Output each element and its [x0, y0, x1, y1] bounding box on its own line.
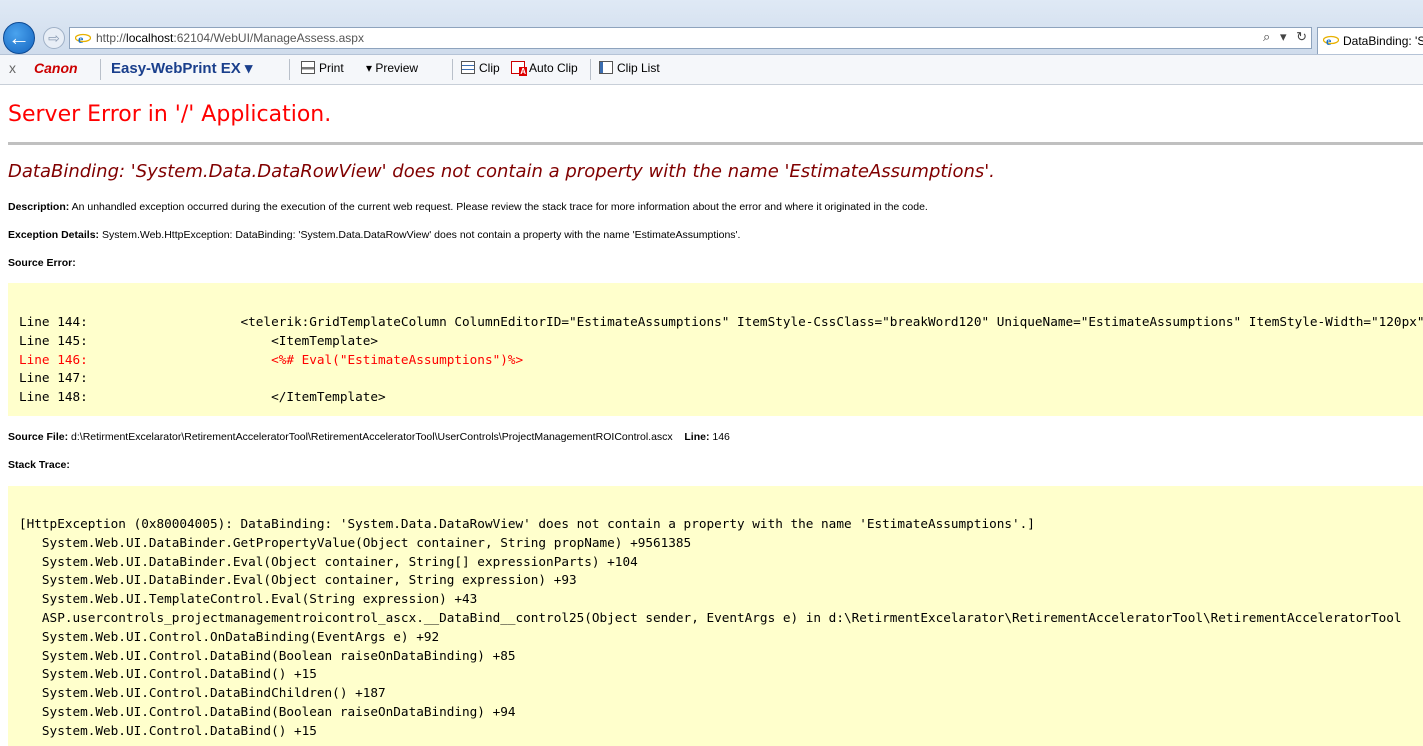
toolbar-divider: [289, 59, 290, 80]
auto-clip-button[interactable]: Auto Clip: [511, 61, 578, 76]
code-line: Line 144: <telerik:GridTemplateColumn Co…: [19, 314, 1423, 329]
browser-tab[interactable]: e DataBinding: 'S: [1317, 27, 1423, 54]
code-line: System.Web.UI.DataBinder.Eval(Object con…: [19, 572, 577, 588]
toolbar-divider: [590, 59, 591, 80]
ie-page-icon: e: [75, 32, 91, 45]
url-text: http://localhost:62104/WebUI/ManageAsses…: [96, 31, 364, 45]
forward-button[interactable]: ⇨: [43, 27, 65, 49]
toolbar-divider: [452, 59, 453, 80]
printer-icon: [301, 61, 315, 74]
toolbar-divider: [100, 59, 101, 80]
code-line: System.Web.UI.TemplateControl.Eval(Strin…: [19, 591, 478, 607]
code-line: ASP.usercontrols_projectmanagementroicon…: [19, 609, 1402, 625]
page-title: Server Error in '/' Application.: [8, 102, 332, 127]
print-button[interactable]: Print: [301, 61, 344, 75]
error-message: DataBinding: 'System.Data.DataRowView' d…: [8, 161, 995, 182]
refresh-icon[interactable]: ↻: [1296, 29, 1307, 44]
clip-list-button[interactable]: Clip List: [599, 61, 660, 75]
code-line: System.Web.UI.Control.DataBind(Boolean r…: [19, 647, 516, 663]
exception-details: Exception Details: System.Web.HttpExcept…: [8, 229, 741, 241]
source-code-block: Line 144: <telerik:GridTemplateColumn Co…: [8, 283, 1423, 416]
code-line: System.Web.UI.Control.DataBind(Boolean r…: [19, 703, 516, 719]
code-line: Line 148: </ItemTemplate>: [19, 389, 386, 405]
tab-title: DataBinding: 'S: [1343, 34, 1423, 48]
code-line: System.Web.UI.Control.DataBindChildren()…: [19, 685, 386, 701]
clip-icon: [461, 61, 475, 74]
error-code-line: Line 146: <%# Eval("EstimateAssumptions"…: [19, 351, 524, 367]
svg-text:e: e: [78, 32, 84, 45]
search-icon[interactable]: ⌕: [1263, 29, 1270, 44]
ie-tab-icon: e: [1323, 34, 1339, 47]
stack-trace-heading: Stack Trace:: [8, 459, 70, 471]
code-line: System.Web.UI.Control.OnDataBinding(Even…: [19, 628, 440, 644]
forward-arrow-icon: ⇨: [48, 30, 60, 46]
canon-logo: Canon: [34, 60, 78, 76]
clip-button[interactable]: Clip: [461, 61, 500, 75]
stack-trace-block: [HttpException (0x80004005): DataBinding…: [8, 486, 1423, 746]
code-line: [HttpException (0x80004005): DataBinding…: [19, 516, 1035, 531]
easy-webprint-menu[interactable]: Easy-WebPrint EX ▾: [111, 59, 252, 77]
code-line: System.Web.UI.Control.DataBind() +15: [19, 722, 317, 738]
svg-text:e: e: [1326, 34, 1332, 47]
back-button[interactable]: ←: [3, 22, 35, 54]
code-line: System.Web.UI.DataBinder.GetPropertyValu…: [19, 534, 692, 550]
code-line: Line 147:: [19, 370, 88, 386]
preview-button[interactable]: ▾ Preview: [366, 61, 418, 75]
source-file: Source File: d:\RetirmentExcelarator\Ret…: [8, 431, 730, 443]
url-input[interactable]: e http://localhost:62104/WebUI/ManageAss…: [69, 27, 1312, 49]
auto-clip-icon: [511, 61, 527, 76]
clip-list-icon: [599, 61, 613, 74]
command-toolbar: x Canon Easy-WebPrint EX ▾ Print ▾ Previ…: [0, 55, 1423, 85]
source-error-heading: Source Error:: [8, 257, 76, 269]
code-line: System.Web.UI.DataBinder.Eval(Object con…: [19, 553, 638, 569]
title-divider: [8, 142, 1423, 145]
close-toolbar-button[interactable]: x: [9, 60, 16, 76]
dropdown-icon[interactable]: ▾: [1280, 29, 1287, 44]
url-tools: ⌕ ▾ ↻: [1257, 29, 1307, 45]
code-line: Line 145: <ItemTemplate>: [19, 332, 379, 348]
back-arrow-icon: ←: [8, 25, 30, 50]
code-line: System.Web.UI.Control.DataBind() +15: [19, 666, 317, 682]
browser-address-bar: ← ⇨ e http://localhost:62104/WebUI/Manag…: [0, 0, 1423, 55]
description: Description: An unhandled exception occu…: [8, 201, 928, 213]
